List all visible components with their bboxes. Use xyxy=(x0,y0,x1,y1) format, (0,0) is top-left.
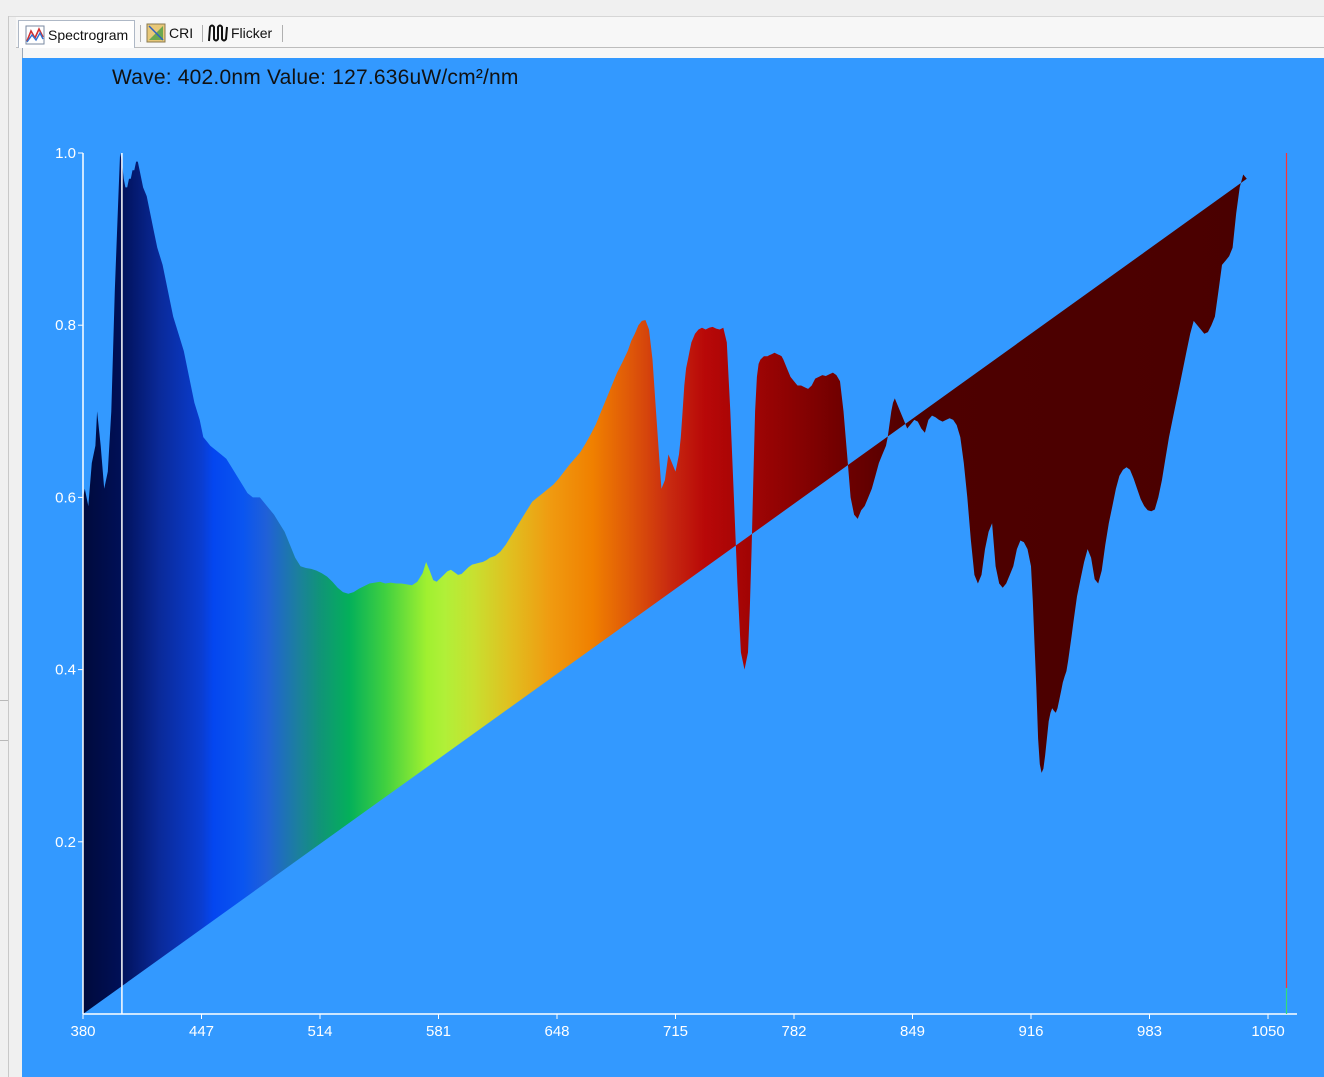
y-tick-label: 0.2 xyxy=(55,834,76,851)
x-tick-label: 514 xyxy=(307,1023,332,1040)
x-tick-label: 782 xyxy=(781,1023,806,1040)
x-tick-label: 983 xyxy=(1137,1023,1162,1040)
x-tick-label: 1050 xyxy=(1251,1023,1284,1040)
x-tick-label: 380 xyxy=(70,1023,95,1040)
y-tick-label: 1.0 xyxy=(55,145,76,162)
x-tick-label: 581 xyxy=(426,1023,451,1040)
spectrum-area xyxy=(83,153,1247,1014)
x-tick-label: 648 xyxy=(544,1023,569,1040)
spectrum-chart[interactable]: 380 447 514 581 648 715 782 849 916 983 1050 0.2 0.… xyxy=(0,0,1324,1077)
y-tick-label: 0.8 xyxy=(55,317,76,334)
x-tick-label: 715 xyxy=(663,1023,688,1040)
x-tick-label: 849 xyxy=(900,1023,925,1040)
x-tick-label: 916 xyxy=(1018,1023,1043,1040)
x-tick-label: 447 xyxy=(189,1023,214,1040)
y-tick-label: 0.6 xyxy=(55,489,76,506)
y-tick-label: 0.4 xyxy=(55,662,76,679)
